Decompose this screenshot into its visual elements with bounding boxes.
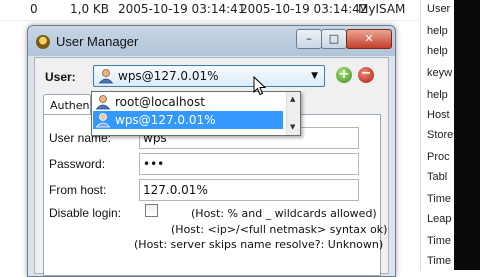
background-table-row: 0 1,0 KB 2005-10-19 03:14:41 2005-10-19 …: [0, 2, 428, 22]
user-icon: [95, 94, 111, 110]
user-icon: [98, 68, 114, 84]
user-select-value: wps@127.0.01%: [118, 69, 219, 83]
password-label: Password:: [49, 157, 106, 171]
host-value: 127.0.01%: [143, 183, 208, 197]
password-field[interactable]: •••: [139, 153, 359, 175]
user-select[interactable]: wps@127.0.01% ▼: [93, 65, 325, 87]
right-cell: Time: [427, 255, 452, 267]
minimize-button[interactable]: –: [296, 29, 322, 49]
cell-size: 1,0 KB: [70, 2, 109, 16]
disable-login-checkbox[interactable]: [145, 204, 158, 217]
chevron-down-icon[interactable]: ▼: [311, 71, 318, 81]
right-cell: Time: [427, 193, 452, 205]
dialog-title: User Manager: [56, 34, 139, 49]
scroll-down-icon[interactable]: ▼: [290, 123, 295, 131]
right-cell: Tabl: [427, 171, 448, 183]
dropdown-option-label: wps@127.0.01%: [115, 113, 216, 127]
right-cell: help: [427, 25, 448, 37]
right-cell: help: [427, 45, 448, 57]
right-cell: User: [427, 3, 451, 15]
row-divider: [0, 20, 428, 21]
right-column: User help help keyw help Host Store Proc…: [420, 0, 455, 270]
remove-user-button[interactable]: −: [358, 67, 374, 83]
maximize-button[interactable]: □: [321, 29, 347, 49]
dark-side-bar: [454, 0, 480, 270]
password-value: •••: [143, 157, 165, 171]
add-user-button[interactable]: +: [336, 67, 352, 83]
tab-authentication[interactable]: Authentication: [43, 94, 91, 115]
right-cell: Leap: [427, 213, 452, 225]
cell-col1: 0: [30, 2, 38, 16]
dropdown-option-selected[interactable]: wps@127.0.01%: [93, 111, 283, 129]
right-cell: keyw: [427, 67, 453, 79]
host-label: From host:: [49, 183, 107, 197]
hint-wildcards: (Host: % and _ wildcards allowed): [191, 207, 377, 220]
hint-resolve: (Host: server skips name resolve?: Unkno…: [134, 238, 384, 251]
right-cell: Time: [427, 235, 452, 247]
mouse-cursor-icon: [253, 75, 267, 100]
tab-label: Authentication: [50, 99, 91, 112]
scroll-up-icon[interactable]: ▲: [290, 95, 295, 103]
dropdown-option-label: root@localhost: [115, 95, 205, 109]
right-cell: Store: [427, 129, 454, 141]
disable-login-label: Disable login:: [49, 206, 122, 220]
user-label: User:: [45, 70, 76, 84]
cell-created: 2005-10-19 03:14:41: [118, 2, 246, 16]
user-manager-dialog: User Manager – □ ✕ User: wps@127.0.01% ▼…: [27, 25, 396, 277]
right-cell: Proc: [427, 151, 450, 163]
right-cell: Host: [427, 109, 450, 121]
cell-modified: 2005-10-19 03:14:42: [240, 2, 368, 16]
app-icon: [36, 35, 50, 49]
title-bar[interactable]: User Manager – □ ✕: [28, 26, 395, 56]
user-dropdown-list: root@localhost wps@127.0.01% ▲ ▼: [91, 91, 301, 136]
hint-netmask: (Host: <ip>/<full netmask> syntax ok): [171, 223, 388, 236]
user-icon: [95, 112, 111, 128]
close-button[interactable]: ✕: [346, 29, 392, 49]
cell-engine: MyISAM: [358, 2, 406, 16]
host-field[interactable]: 127.0.01%: [139, 179, 359, 201]
dropdown-scrollbar[interactable]: ▲ ▼: [286, 92, 300, 135]
right-cell: help: [427, 89, 448, 101]
